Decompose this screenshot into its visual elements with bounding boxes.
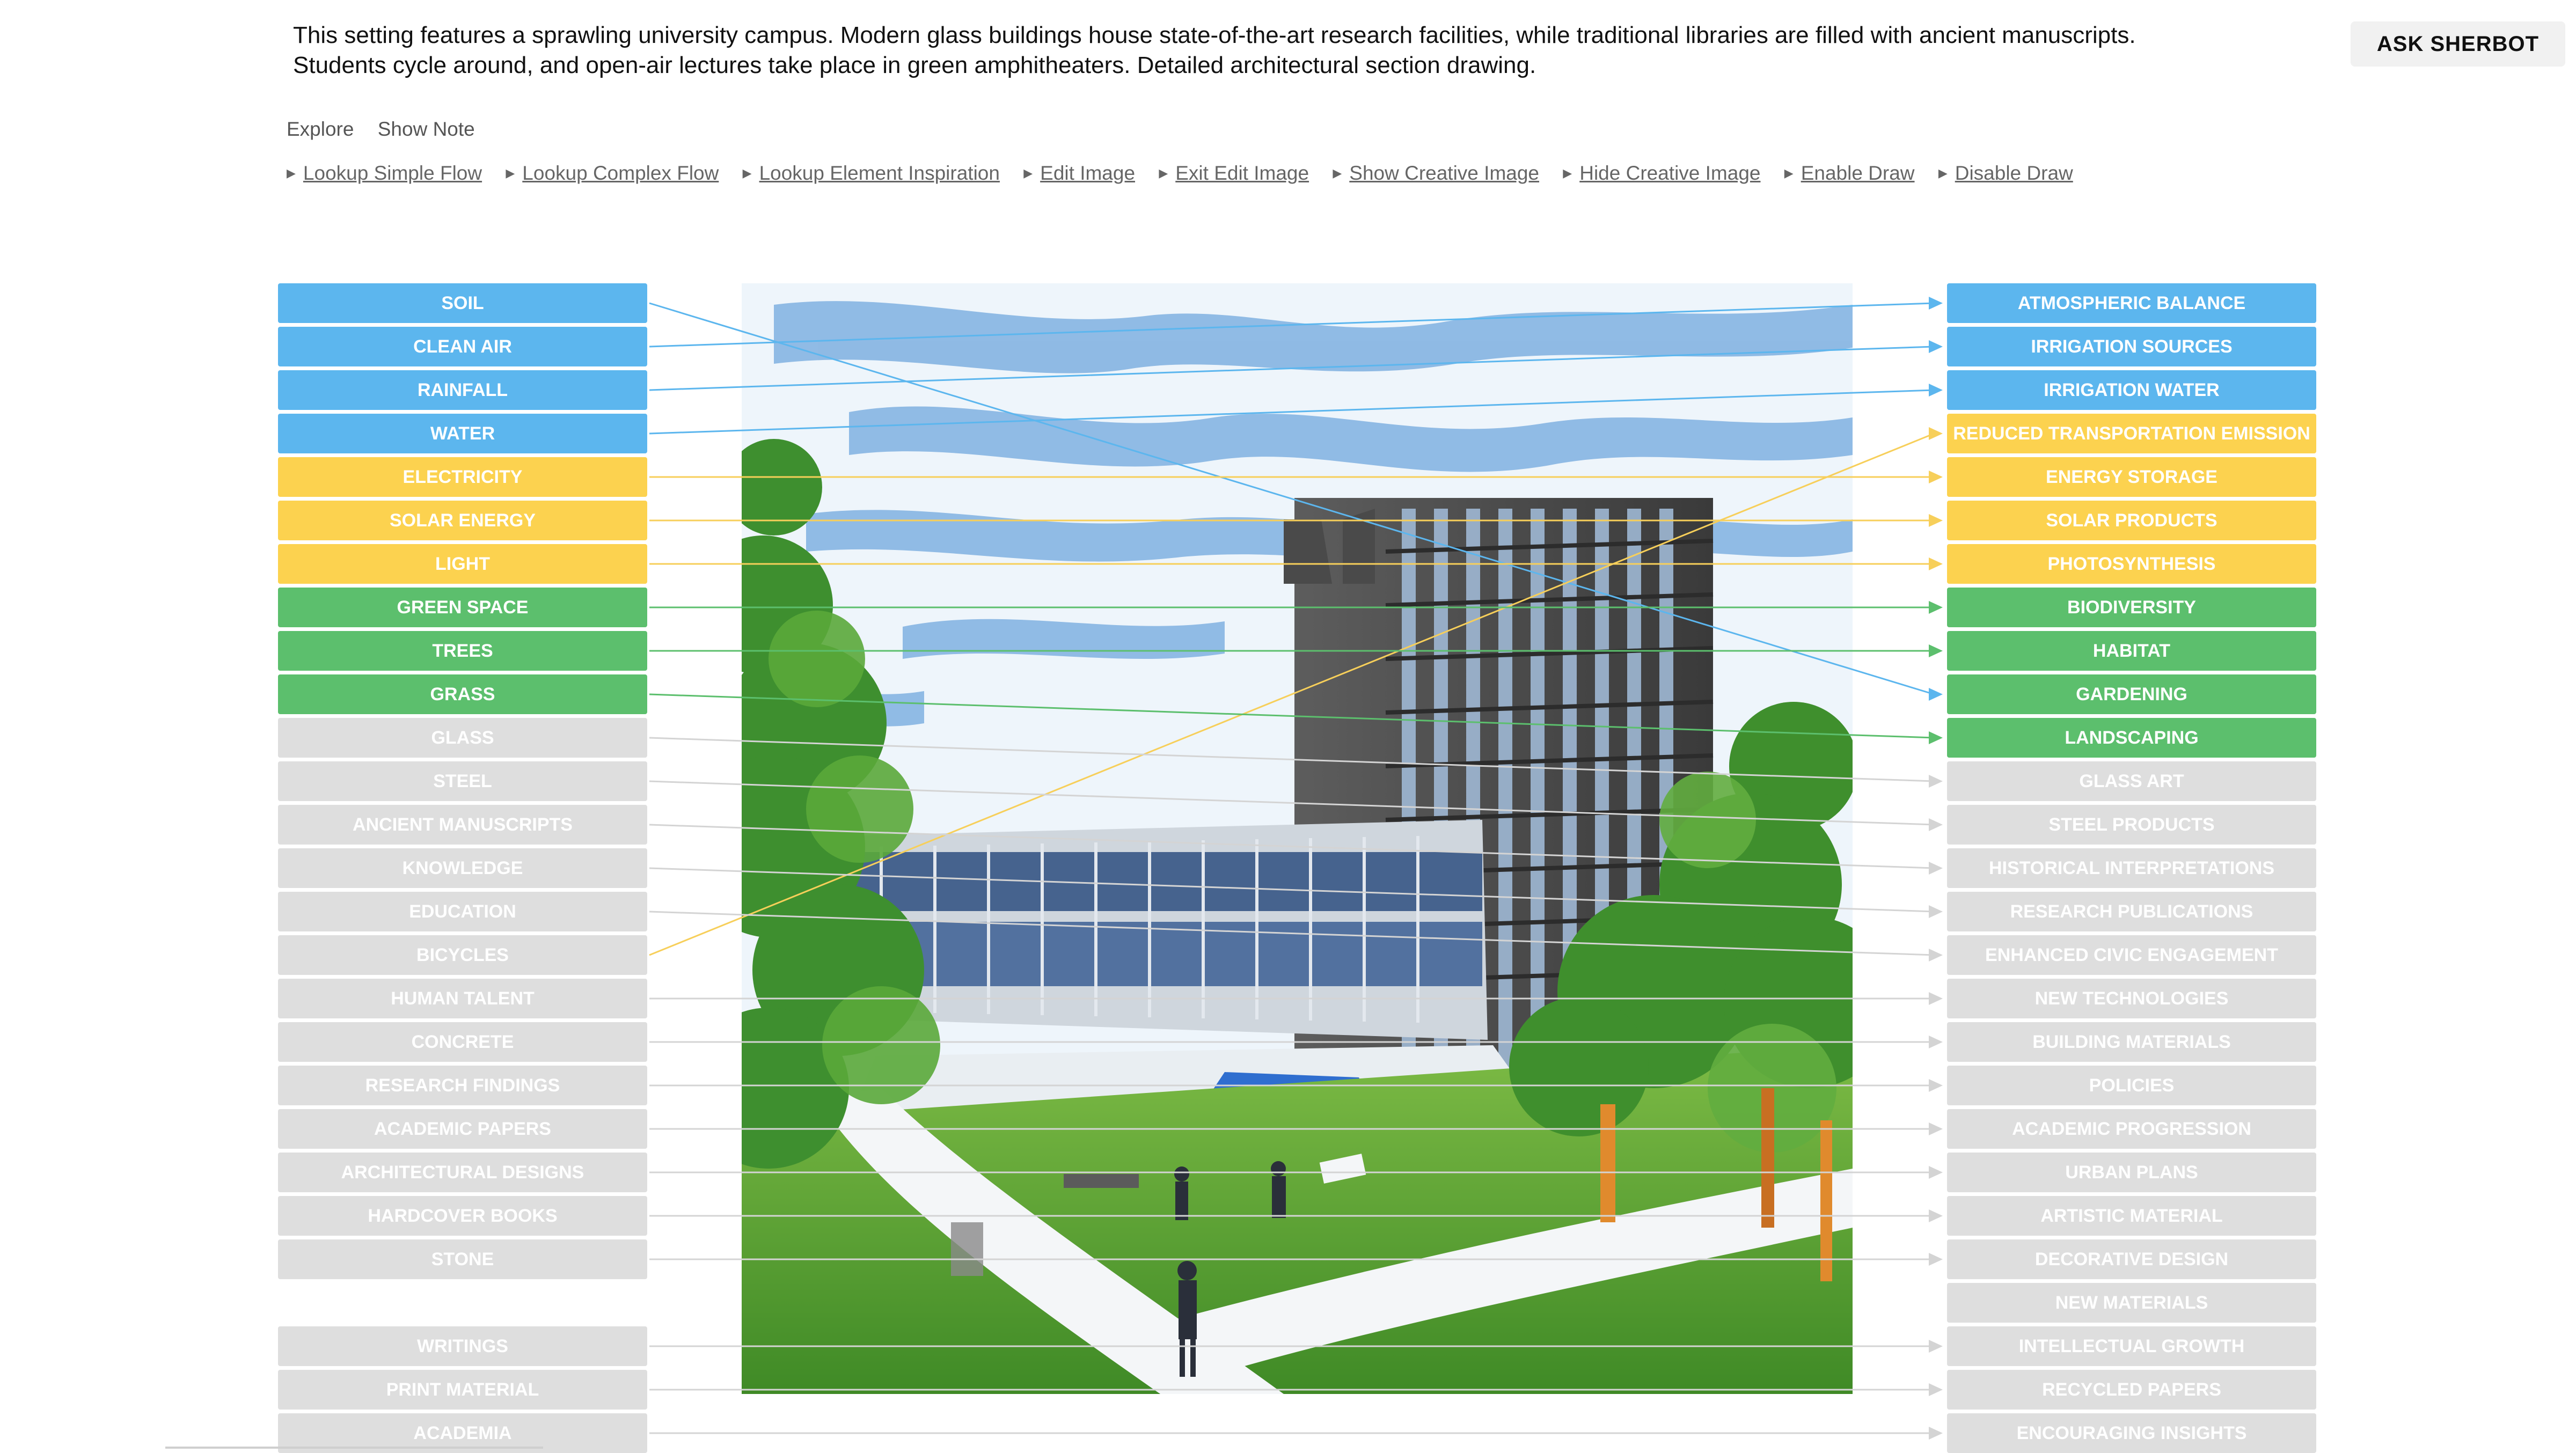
output-landscaping[interactable]: LANDSCAPING [1947, 718, 2316, 758]
flow-line-rainfall-to-irrigation-sources [649, 346, 1935, 391]
flow-line-water-to-irrigation-water [649, 389, 1935, 435]
output-photosynthesis[interactable]: PHOTOSYNTHESIS [1947, 544, 2316, 584]
flow-line-education-to-enhanced-civic-engagement [649, 911, 1935, 956]
output-urban-plans[interactable]: URBAN PLANS [1947, 1153, 2316, 1192]
input-writings[interactable]: WRITINGS [278, 1326, 647, 1366]
input-green-space[interactable]: GREEN SPACE [278, 588, 647, 627]
output-intellectual-growth[interactable]: INTELLECTUAL GROWTH [1947, 1326, 2316, 1366]
output-artistic-material[interactable]: ARTISTIC MATERIAL [1947, 1196, 2316, 1236]
output-building-materials[interactable]: BUILDING MATERIALS [1947, 1022, 2316, 1062]
arrowhead-icon [1929, 1209, 1943, 1222]
arrowhead-icon [1929, 1079, 1943, 1092]
output-solar-products[interactable]: SOLAR PRODUCTS [1947, 501, 2316, 540]
arrowhead-icon [1929, 601, 1943, 614]
input-water[interactable]: WATER [278, 414, 647, 453]
input-rainfall[interactable]: RAINFALL [278, 370, 647, 410]
output-academic-progression[interactable]: ACADEMIC PROGRESSION [1947, 1109, 2316, 1149]
flow-line-clean-air-to-atmospheric-balance [649, 302, 1935, 348]
flow-line-soil-to-gardening [649, 302, 1935, 695]
input-trees[interactable]: TREES [278, 631, 647, 671]
input-stone[interactable]: STONE [278, 1239, 647, 1279]
output-policies[interactable]: POLICIES [1947, 1066, 2316, 1105]
output-decorative-design[interactable]: DECORATIVE DESIGN [1947, 1239, 2316, 1279]
output-steel-products[interactable]: STEEL PRODUCTS [1947, 805, 2316, 845]
arrowhead-icon [1929, 1253, 1943, 1266]
input-solar-energy[interactable]: SOLAR ENERGY [278, 501, 647, 540]
arrowhead-icon [1929, 644, 1943, 657]
arrowhead-icon [1929, 1340, 1943, 1353]
arrowhead-icon [1929, 905, 1943, 918]
arrowhead-icon [1929, 775, 1943, 788]
input-clean-air[interactable]: CLEAN AIR [278, 327, 647, 366]
output-historical-interpretations[interactable]: HISTORICAL INTERPRETATIONS [1947, 848, 2316, 888]
output-biodiversity[interactable]: BIODIVERSITY [1947, 588, 2316, 627]
arrowhead-icon [1929, 1427, 1943, 1440]
arrowhead-icon [1929, 514, 1943, 527]
output-glass-art[interactable]: GLASS ART [1947, 761, 2316, 801]
arrowhead-icon [1929, 1122, 1943, 1135]
flow-line-grass-to-landscaping [649, 693, 1935, 739]
output-new-technologies[interactable]: NEW TECHNOLOGIES [1947, 979, 2316, 1018]
input-research-findings[interactable]: RESEARCH FINDINGS [278, 1066, 647, 1105]
input-concrete[interactable]: CONCRETE [278, 1022, 647, 1062]
arrowhead-icon [1929, 862, 1943, 875]
input-light[interactable]: LIGHT [278, 544, 647, 584]
output-new-materials[interactable]: NEW MATERIALS [1947, 1283, 2316, 1323]
input-steel[interactable]: STEEL [278, 761, 647, 801]
input-education[interactable]: EDUCATION [278, 892, 647, 931]
flow-line-bicycles-to-reduced-transportation-emission [649, 432, 1935, 956]
output-energy-storage[interactable]: ENERGY STORAGE [1947, 457, 2316, 497]
input-hardcover-books[interactable]: HARDCOVER BOOKS [278, 1196, 647, 1236]
input-grass[interactable]: GRASS [278, 674, 647, 714]
input-academic-papers[interactable]: ACADEMIC PAPERS [278, 1109, 647, 1149]
arrowhead-icon [1929, 384, 1943, 397]
arrowhead-icon [1929, 557, 1943, 570]
flow-line-steel-to-steel-products [649, 780, 1935, 826]
input-architectural-designs[interactable]: ARCHITECTURAL DESIGNS [278, 1153, 647, 1192]
output-enhanced-civic-engagement[interactable]: ENHANCED CIVIC ENGAGEMENT [1947, 935, 2316, 975]
arrowhead-icon [1929, 427, 1943, 440]
arrowhead-icon [1929, 1166, 1943, 1179]
input-ancient-manuscripts[interactable]: ANCIENT MANUSCRIPTS [278, 805, 647, 845]
flow-line-ancient-manuscripts-to-historical-interpretations [649, 824, 1935, 869]
input-glass[interactable]: GLASS [278, 718, 647, 758]
output-atmospheric-balance[interactable]: ATMOSPHERIC BALANCE [1947, 283, 2316, 323]
arrowhead-icon [1929, 688, 1943, 701]
arrowhead-icon [1929, 731, 1943, 744]
output-recycled-papers[interactable]: RECYCLED PAPERS [1947, 1370, 2316, 1410]
output-irrigation-sources[interactable]: IRRIGATION SOURCES [1947, 327, 2316, 366]
output-habitat[interactable]: HABITAT [1947, 631, 2316, 671]
arrowhead-icon [1929, 1036, 1943, 1048]
output-irrigation-water[interactable]: IRRIGATION WATER [1947, 370, 2316, 410]
arrowhead-icon [1929, 992, 1943, 1005]
arrowhead-icon [1929, 949, 1943, 962]
arrowhead-icon [1929, 818, 1943, 831]
flow-line-glass-to-glass-art [649, 737, 1935, 782]
output-gardening[interactable]: GARDENING [1947, 674, 2316, 714]
flow-line-knowledge-to-research-publications [649, 867, 1935, 913]
arrowhead-icon [1929, 1383, 1943, 1396]
input-human-talent[interactable]: HUMAN TALENT [278, 979, 647, 1018]
arrowhead-icon [1929, 297, 1943, 310]
input-print-material[interactable]: PRINT MATERIAL [278, 1370, 647, 1410]
input-knowledge[interactable]: KNOWLEDGE [278, 848, 647, 888]
input-soil[interactable]: SOIL [278, 283, 647, 323]
horizontal-scrollbar[interactable] [165, 1447, 543, 1449]
input-electricity[interactable]: ELECTRICITY [278, 457, 647, 497]
output-reduced-transportation-emission[interactable]: REDUCED TRANSPORTATION EMISSION [1947, 414, 2316, 453]
output-encouraging-insights[interactable]: ENCOURAGING INSIGHTS [1947, 1413, 2316, 1453]
arrowhead-icon [1929, 471, 1943, 483]
input-bicycles[interactable]: BICYCLES [278, 935, 647, 975]
arrowhead-icon [1929, 340, 1943, 353]
output-research-publications[interactable]: RESEARCH PUBLICATIONS [1947, 892, 2316, 931]
